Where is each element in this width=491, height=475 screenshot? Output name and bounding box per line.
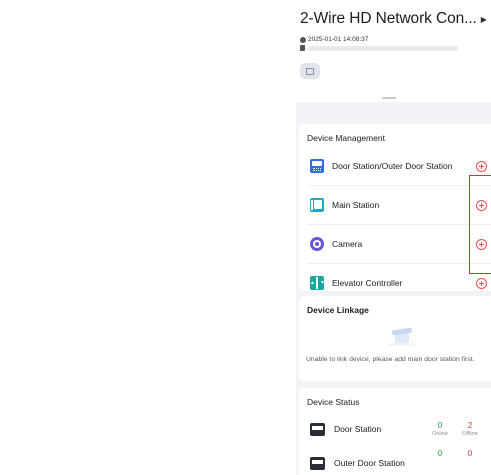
- online-count: 0: [430, 448, 450, 458]
- main-station-icon: [310, 198, 324, 212]
- door-station-icon: [310, 159, 324, 173]
- door-station-device-icon: [310, 422, 325, 436]
- device-management-title: Device Management: [307, 133, 385, 143]
- clock-icon: [300, 36, 306, 43]
- device-item-label: Door Station/Outer Door Station: [332, 161, 453, 171]
- offline-count: 0: [460, 448, 480, 458]
- linkage-empty-text: Unable to link device, please add main d…: [306, 356, 475, 363]
- device-item-label: Camera: [332, 239, 363, 249]
- offline-count: 2 Offline: [460, 420, 480, 438]
- caret-right-icon[interactable]: ▶: [481, 15, 487, 24]
- datetime-row: 2025-01-01 14:08:37: [300, 36, 491, 43]
- device-item-camera[interactable]: Camera: [299, 224, 491, 264]
- device-linkage-card: Device Linkage Unable to link device, pl…: [299, 296, 491, 381]
- add-door-station-button[interactable]: [476, 160, 487, 172]
- title-row[interactable]: 2-Wire HD Network Con... ▶: [300, 10, 491, 28]
- datetime-text: 2025-01-01 14:08:37: [308, 36, 369, 43]
- status-row-label: Outer Door Station: [334, 458, 405, 468]
- drag-handle[interactable]: [382, 97, 396, 99]
- offline-number: 2: [467, 420, 473, 430]
- device-status-title: Device Status: [307, 397, 360, 407]
- image-icon: [306, 67, 314, 75]
- device-item-door-station[interactable]: Door Station/Outer Door Station: [299, 146, 491, 186]
- camera-icon: [310, 237, 324, 251]
- device-item-main-station[interactable]: Main Station: [299, 185, 491, 225]
- location-row: [300, 45, 491, 51]
- status-row-label: Door Station: [334, 424, 382, 434]
- online-number: 0: [437, 448, 443, 458]
- image-thumbnail-button[interactable]: [300, 63, 320, 79]
- device-item-label: Main Station: [332, 200, 380, 210]
- elevator-controller-icon: [310, 276, 330, 290]
- device-status-card: Device Status Door Station 0 Online 2 Of…: [299, 388, 491, 475]
- empty-box-illustration: [389, 326, 415, 346]
- highlight-box: [469, 175, 491, 274]
- status-row-door-station[interactable]: Door Station 0 Online 2 Offline: [299, 417, 491, 441]
- document-icon: [300, 45, 305, 51]
- site-title[interactable]: 2-Wire HD Network Con...: [300, 10, 477, 28]
- offline-label: Offline: [462, 431, 478, 437]
- online-count: 0 Online: [430, 420, 450, 438]
- app-screen: 2-Wire HD Network Con... ▶ 2025-01-01 14…: [296, 0, 491, 475]
- online-label: Online: [432, 431, 448, 437]
- add-elevator-controller-button[interactable]: [476, 277, 487, 289]
- outer-door-station-device-icon: [310, 456, 325, 470]
- offline-number: 0: [467, 448, 473, 458]
- device-linkage-title: Device Linkage: [307, 305, 369, 315]
- online-number: 0: [437, 420, 443, 430]
- device-item-label: Elevator Controller: [332, 278, 403, 288]
- obscured-text: [308, 45, 458, 51]
- header: 2-Wire HD Network Con... ▶ 2025-01-01 14…: [296, 0, 491, 102]
- status-row-outer-door-station[interactable]: Outer Door Station 0 0: [299, 448, 491, 475]
- device-management-card: Device Management Door Station/Outer Doo…: [299, 124, 491, 291]
